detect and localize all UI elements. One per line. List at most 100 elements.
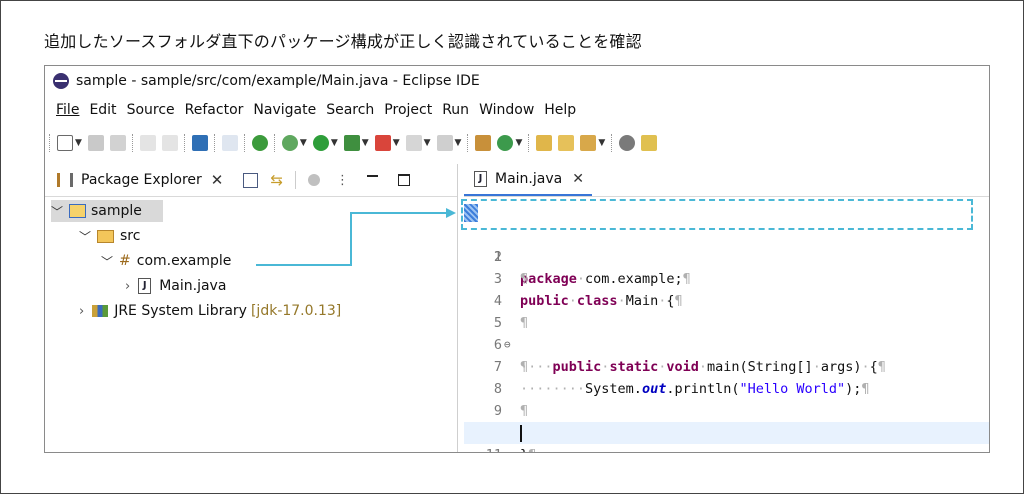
menu-search[interactable]: Search xyxy=(326,102,374,118)
chevron-down-icon[interactable]: ▼ xyxy=(331,138,338,148)
menu-navigate[interactable]: Navigate xyxy=(253,102,316,118)
title-bar: sample - sample/src/com/example/Main.jav… xyxy=(45,66,989,96)
coverage-icon[interactable] xyxy=(343,135,360,151)
package-explorer-icon xyxy=(57,173,73,187)
chevron-down-icon[interactable]: ▼ xyxy=(75,138,82,148)
main-java-label: Main.java xyxy=(159,278,227,294)
code-line-current: 11 xyxy=(464,422,989,452)
toolbar-separator xyxy=(294,171,296,189)
menu-source[interactable]: Source xyxy=(127,102,175,118)
minimize-icon[interactable] xyxy=(366,175,378,177)
close-icon[interactable]: ✕ xyxy=(572,171,584,187)
chevron-down-icon[interactable]: ▼ xyxy=(515,138,522,148)
project-label: sample xyxy=(91,203,142,219)
code-line: 3 public·class·Main·{¶ xyxy=(464,246,989,309)
package-explorer-tab[interactable]: Package Explorer ✕ ⇆ ⋮ xyxy=(45,164,457,197)
toolbar-separator xyxy=(49,134,51,152)
source-folder-icon xyxy=(97,229,115,243)
line-number: 11 xyxy=(484,444,502,452)
new-icon[interactable] xyxy=(57,135,73,151)
menu-help[interactable]: Help xyxy=(544,102,576,118)
chevron-down-icon[interactable]: ﹀ xyxy=(51,203,63,220)
toolbar-separator xyxy=(243,134,246,152)
skip-breakpoints-icon[interactable] xyxy=(221,135,238,151)
pin-icon[interactable] xyxy=(619,135,636,151)
toolbar-separator xyxy=(528,134,530,152)
package-icon: # xyxy=(119,253,131,269)
code-line: 4 ¶ xyxy=(464,268,989,331)
menu-refactor[interactable]: Refactor xyxy=(185,102,244,118)
jre-version-label: [jdk-17.0.13] xyxy=(250,303,342,319)
package-label: com.example xyxy=(136,253,232,269)
link-with-editor-icon[interactable]: ⇆ xyxy=(270,171,283,189)
maximize-icon[interactable] xyxy=(397,174,410,186)
jre-label: JRE System Library xyxy=(114,303,247,319)
tree-item-package[interactable]: ﹀ # com.example xyxy=(101,250,231,272)
menu-bar: File Edit Source Refactor Navigate Searc… xyxy=(45,96,989,124)
main-toolbar: ▼ ▼ ▼ ▼ ▼ ▼ ▼ ▼ ▼ xyxy=(45,124,989,162)
code-line: 10 }¶ xyxy=(464,400,989,452)
chevron-down-icon[interactable]: ▼ xyxy=(300,138,307,148)
figure-caption: 追加したソースフォルダ直下のパッケージ構成が正しく認識されていることを確認 xyxy=(44,32,642,51)
eclipse-logo-icon xyxy=(53,73,69,89)
chevron-right-icon[interactable]: › xyxy=(125,279,130,294)
package-explorer-view: Package Explorer ✕ ⇆ ⋮ ﹀ sample ﹀ src ﹀ xyxy=(45,164,458,452)
chevron-down-icon[interactable]: ▼ xyxy=(455,138,462,148)
library-icon xyxy=(92,305,109,317)
tree-item-jre[interactable]: › JRE System Library [jdk-17.0.13] xyxy=(79,300,341,322)
view-menu-icon[interactable]: ⋮ xyxy=(336,173,349,188)
menu-edit[interactable]: Edit xyxy=(89,102,116,118)
highlight-box xyxy=(461,199,973,230)
tree-item-main-java[interactable]: › J Main.java xyxy=(125,275,226,297)
src-label: src xyxy=(120,228,141,244)
toolbar-separator xyxy=(273,134,276,152)
close-icon[interactable]: ✕ xyxy=(211,171,224,189)
debug-icon[interactable] xyxy=(281,135,298,151)
editor-tab-bar: J Main.java ✕ xyxy=(464,164,989,197)
code-line: 8 ¶ xyxy=(464,356,989,419)
tree-item-project[interactable]: ﹀ sample xyxy=(51,200,163,222)
chevron-down-icon[interactable]: ﹀ xyxy=(79,228,91,245)
editor-tab-label: Main.java xyxy=(495,171,563,187)
chevron-down-icon[interactable]: ▼ xyxy=(598,138,605,148)
menu-project[interactable]: Project xyxy=(384,102,432,118)
external-tools-icon[interactable] xyxy=(374,135,391,151)
chevron-down-icon[interactable]: ▼ xyxy=(362,138,369,148)
spring-icon[interactable] xyxy=(251,135,268,151)
toolbar-separator xyxy=(611,134,613,152)
code-line: 9 ····}¶ xyxy=(464,378,989,441)
redo-icon[interactable] xyxy=(161,135,178,151)
package-explorer-label: Package Explorer xyxy=(81,172,202,188)
server-icon[interactable] xyxy=(436,135,453,151)
new-class-icon[interactable] xyxy=(497,135,514,151)
open-folder-icon[interactable] xyxy=(558,135,575,151)
collapse-all-icon[interactable] xyxy=(243,172,259,188)
save-all-icon[interactable] xyxy=(109,135,126,151)
menu-run[interactable]: Run xyxy=(442,102,469,118)
open-type-icon[interactable] xyxy=(536,135,553,151)
filters-icon[interactable] xyxy=(307,174,320,186)
undo-icon[interactable] xyxy=(139,135,156,151)
tab-main-java[interactable]: J Main.java ✕ xyxy=(464,164,592,196)
terminal-icon[interactable] xyxy=(191,135,208,151)
chevron-down-icon[interactable]: ﹀ xyxy=(101,253,113,270)
code-line: 6 ¶ xyxy=(464,312,989,375)
new-package-icon[interactable] xyxy=(475,135,492,151)
pen-icon[interactable] xyxy=(641,135,658,151)
tree-item-src[interactable]: ﹀ src xyxy=(79,225,140,247)
save-icon[interactable] xyxy=(87,135,104,151)
menu-file[interactable]: File xyxy=(56,102,79,118)
java-file-icon: J xyxy=(138,278,152,294)
chevron-down-icon[interactable]: ▼ xyxy=(393,138,400,148)
run-icon[interactable] xyxy=(312,135,329,151)
menu-window[interactable]: Window xyxy=(479,102,534,118)
code-line: 5 ⊖ ····public·static·void·main(String[]… xyxy=(464,290,989,375)
java-file-icon: J xyxy=(474,171,487,187)
window-title: sample - sample/src/com/example/Main.jav… xyxy=(76,73,480,89)
stop-icon[interactable] xyxy=(405,135,422,151)
chevron-down-icon[interactable]: ▼ xyxy=(424,138,431,148)
toolbar-separator xyxy=(467,134,469,152)
project-folder-icon xyxy=(69,204,87,218)
chevron-right-icon[interactable]: › xyxy=(79,304,84,319)
search-icon[interactable] xyxy=(580,135,597,151)
